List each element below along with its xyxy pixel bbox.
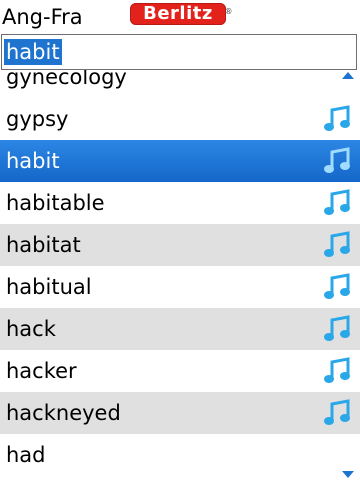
- list-item-had[interactable]: had: [0, 434, 360, 476]
- list-item-gypsy[interactable]: gypsy: [0, 98, 360, 140]
- music-note-icon[interactable]: [322, 357, 352, 385]
- list-item-gynecology[interactable]: gynecology: [0, 70, 360, 98]
- dictionary-direction-title: Ang-Fra: [2, 5, 83, 29]
- logo-text: Berlitz: [143, 3, 213, 24]
- music-note-icon[interactable]: [322, 189, 352, 217]
- list-item-word: gynecology: [6, 70, 127, 89]
- list-item-hacker[interactable]: hacker: [0, 350, 360, 392]
- scroll-up-arrow-icon[interactable]: [342, 72, 354, 79]
- list-item-hackneyed[interactable]: hackneyed: [0, 392, 360, 434]
- music-note-icon[interactable]: [322, 231, 352, 259]
- list-item-word: gypsy: [6, 107, 69, 131]
- list-item-word: had: [6, 443, 46, 467]
- list-item-habitual[interactable]: habitual: [0, 266, 360, 308]
- music-note-icon[interactable]: [322, 273, 352, 301]
- list-item-word: habitable: [6, 191, 105, 215]
- music-note-icon[interactable]: [322, 315, 352, 343]
- music-note-icon[interactable]: [322, 147, 352, 175]
- list-item-word: habitual: [6, 275, 92, 299]
- word-list[interactable]: gynecology gypsy habit habitable habitat…: [0, 70, 360, 480]
- list-item-word: hack: [6, 317, 56, 341]
- music-note-icon[interactable]: [322, 399, 352, 427]
- music-note-icon[interactable]: [322, 105, 352, 133]
- list-item-word: habitat: [6, 233, 81, 257]
- header-bar: Ang-Fra Berlitz ®: [0, 0, 360, 34]
- list-item-hack[interactable]: hack: [0, 308, 360, 350]
- list-item-word: hackneyed: [6, 401, 121, 425]
- list-item-word: hacker: [6, 359, 77, 383]
- list-item-habitat[interactable]: habitat: [0, 224, 360, 266]
- list-item-word: habit: [6, 149, 60, 173]
- search-input-value[interactable]: habit: [4, 39, 62, 65]
- berlitz-logo: Berlitz ®: [130, 3, 233, 25]
- scroll-down-arrow-icon[interactable]: [342, 471, 354, 478]
- search-input[interactable]: habit: [1, 34, 357, 70]
- registered-mark: ®: [224, 7, 233, 16]
- list-item-habit[interactable]: habit: [0, 140, 360, 182]
- list-item-habitable[interactable]: habitable: [0, 182, 360, 224]
